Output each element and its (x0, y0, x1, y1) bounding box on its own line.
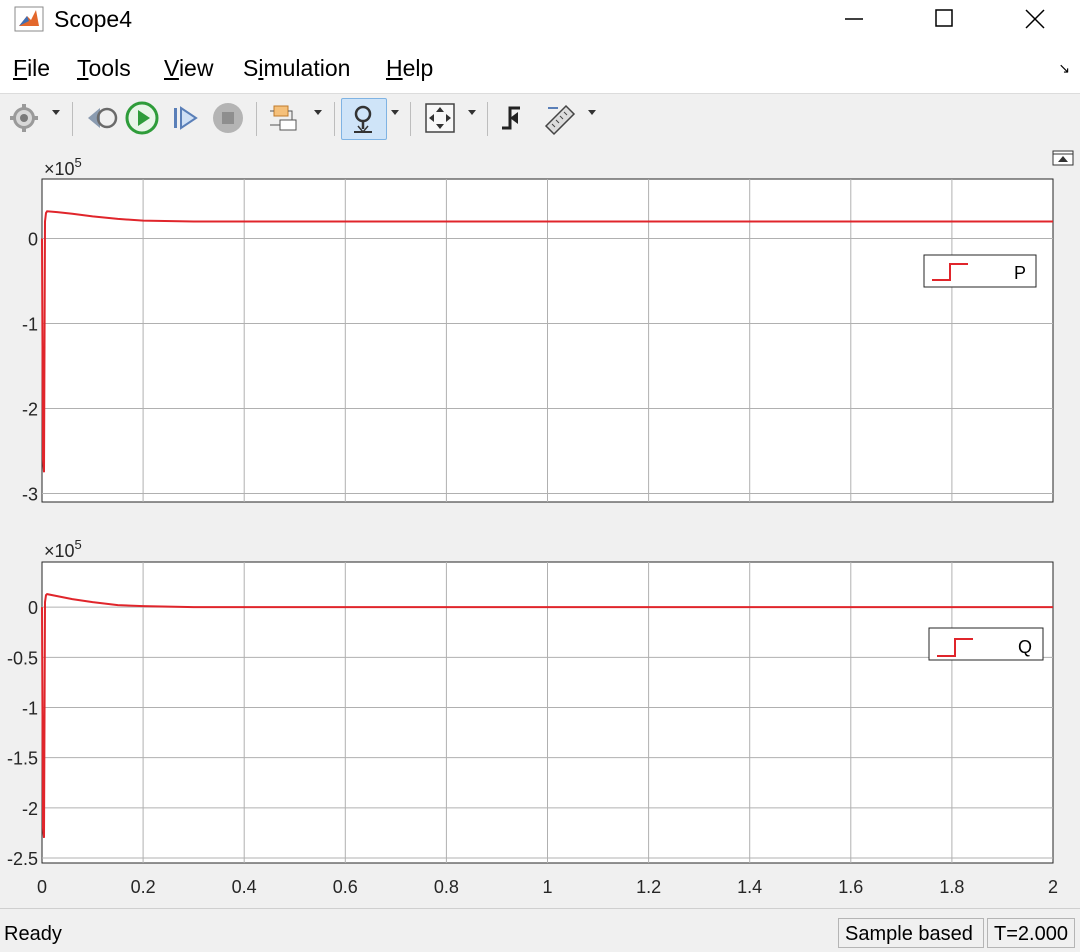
minimize-icon (845, 18, 863, 20)
menu-bar: File Tools View Simulation Help (0, 50, 1080, 90)
triggers-icon (502, 106, 520, 130)
minimize-button[interactable] (810, 0, 900, 38)
menu-help[interactable]: Help (386, 55, 433, 82)
menu-view-label: iew (178, 55, 214, 81)
toolbar-separator (410, 102, 411, 136)
menu-view-mnemonic: V (164, 55, 179, 81)
configuration-dropdown-arrow[interactable] (52, 110, 60, 115)
menu-file-mnemonic: F (13, 55, 28, 81)
menu-simulation-label: mulation (263, 55, 351, 81)
autoscale-button[interactable] (420, 98, 460, 138)
measurements-button[interactable] (540, 98, 580, 138)
step-back-button[interactable] (84, 98, 120, 138)
status-bar: Ready Sample based T=2.000 (0, 908, 1080, 952)
autoscale-dropdown-arrow[interactable] (468, 110, 476, 115)
close-button[interactable] (990, 0, 1080, 38)
stop-button[interactable] (210, 98, 246, 138)
matlab-logo-icon (14, 6, 44, 32)
close-icon (1025, 9, 1045, 29)
step-forward-icon (174, 106, 198, 130)
zoom-button[interactable] (341, 98, 387, 140)
signal-selector-dropdown-arrow[interactable] (314, 110, 322, 115)
measurements-icon (544, 104, 576, 136)
zoom-icon (354, 105, 372, 134)
toolbar-separator (256, 102, 257, 136)
toolbar-separator (487, 102, 488, 136)
menu-tools-label: ools (88, 55, 131, 81)
menu-tools[interactable]: Tools (77, 55, 131, 82)
menu-file-label: ile (27, 55, 51, 81)
measurements-dropdown-arrow[interactable] (588, 110, 596, 115)
maximize-icon (935, 9, 953, 27)
scope-plot-area (0, 144, 1080, 908)
run-icon (125, 101, 159, 135)
signal-selector-icon (270, 105, 297, 131)
status-time: T=2.000 (987, 918, 1075, 948)
menu-help-label: elp (402, 55, 434, 81)
menu-file[interactable]: File (13, 55, 50, 82)
undock-button[interactable] (1052, 150, 1074, 166)
toolbar-separator (72, 102, 73, 136)
window-title: Scope4 (54, 6, 133, 32)
maximize-button[interactable] (900, 0, 990, 38)
menu-simulation-label-start: S (243, 55, 259, 81)
menu-tools-mnemonic: T (77, 55, 89, 81)
menu-help-mnemonic: H (386, 55, 403, 81)
step-back-icon (88, 107, 118, 129)
menu-view[interactable]: View (164, 55, 213, 82)
title-bar: Scope4 (0, 0, 1080, 38)
signal-selector-button[interactable] (266, 98, 306, 138)
toolbar (0, 93, 1080, 145)
stop-icon (213, 103, 243, 133)
triggers-button[interactable] (496, 98, 532, 138)
dock-arrow-icon[interactable]: ↘ (1058, 60, 1070, 77)
step-forward-button[interactable] (168, 98, 204, 138)
toolbar-separator (334, 102, 335, 136)
menu-simulation[interactable]: Simulation (243, 55, 350, 82)
gear-icon (10, 104, 38, 132)
status-sample-mode: Sample based (838, 918, 984, 948)
undock-icon (1052, 150, 1074, 166)
configuration-button[interactable] (8, 98, 42, 138)
autoscale-icon (425, 103, 455, 133)
zoom-dropdown-arrow[interactable] (391, 110, 399, 115)
run-button[interactable] (124, 98, 160, 138)
status-ready-text: Ready (4, 923, 62, 945)
